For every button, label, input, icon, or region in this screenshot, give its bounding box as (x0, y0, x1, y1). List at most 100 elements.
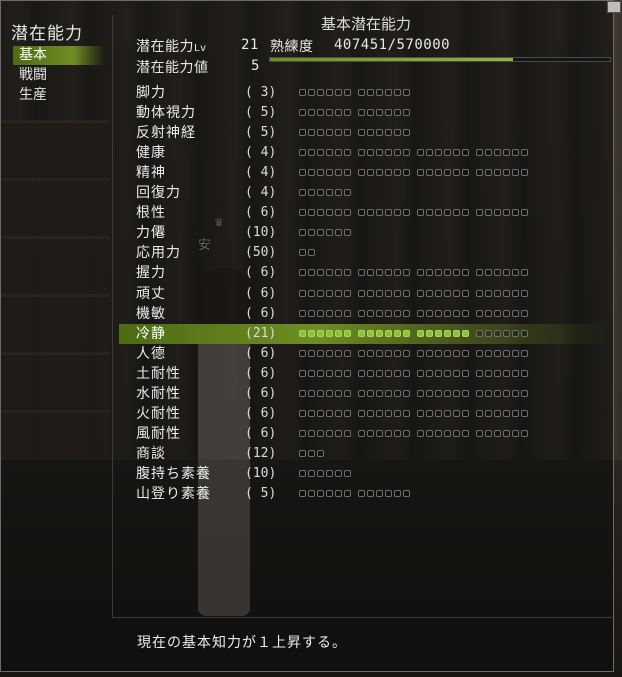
stat-row[interactable]: 頑丈 ( 6) (119, 284, 609, 304)
pip-empty (444, 310, 451, 317)
stat-row[interactable]: 脚力 ( 3) (119, 83, 609, 103)
pip-empty (403, 149, 410, 156)
pip-empty (376, 89, 383, 96)
sidebar-item-combat[interactable]: 戦闘 (13, 66, 105, 85)
stat-pips (299, 410, 530, 419)
pip-empty (403, 430, 410, 437)
potential-level-value: 21 (241, 37, 259, 53)
stat-name: 機敏 (136, 306, 166, 322)
pip-empty (317, 109, 324, 116)
pip-empty (317, 189, 324, 196)
pip-empty (308, 189, 315, 196)
pip-empty (494, 370, 501, 377)
stat-row[interactable]: 人德 ( 6) (119, 344, 609, 364)
stat-row[interactable]: 回復力 ( 4) (119, 183, 609, 203)
stat-row[interactable]: 動体視力 ( 5) (119, 103, 609, 123)
pip-empty (485, 169, 492, 176)
stat-row[interactable]: 握力 ( 6) (119, 263, 609, 283)
pip-empty (444, 209, 451, 216)
stat-row[interactable]: 商談 (12) (119, 444, 609, 464)
sidebar-item-production[interactable]: 生産 (13, 86, 105, 105)
pip-empty (476, 330, 483, 337)
pip-empty (299, 109, 306, 116)
pip-empty (521, 169, 528, 176)
stat-pips (299, 89, 412, 98)
pip-empty (394, 269, 401, 276)
stat-row[interactable]: 山登り素養 ( 5) (119, 484, 609, 504)
stat-name: 腹持ち素養 (136, 466, 211, 482)
stat-level: (10) (245, 466, 277, 481)
stat-row[interactable]: 根性 ( 6) (119, 203, 609, 223)
pip-empty (417, 390, 424, 397)
pip-empty (444, 269, 451, 276)
pip-empty (376, 430, 383, 437)
stat-name: 土耐性 (136, 366, 181, 382)
pip-empty (521, 410, 528, 417)
stat-row[interactable]: 風耐性 ( 6) (119, 424, 609, 444)
pip-filled (444, 330, 451, 337)
stat-name: 水耐性 (136, 386, 181, 402)
pip-empty (335, 189, 342, 196)
stat-row[interactable]: 反射神経 ( 5) (119, 123, 609, 143)
pip-empty (521, 350, 528, 357)
stat-row[interactable]: 土耐性 ( 6) (119, 364, 609, 384)
pip-empty (485, 390, 492, 397)
pip-empty (376, 169, 383, 176)
pip-empty (485, 269, 492, 276)
stat-row[interactable]: 応用力 (50) (119, 243, 609, 263)
pip-empty (385, 430, 392, 437)
pip-empty (308, 109, 315, 116)
pip-filled (344, 330, 351, 337)
pip-empty (376, 129, 383, 136)
pip-empty (376, 410, 383, 417)
pip-empty (376, 149, 383, 156)
proficiency-label: 熟練度 (270, 39, 314, 55)
stat-row[interactable]: 水耐性 ( 6) (119, 384, 609, 404)
pip-empty (344, 470, 351, 477)
pip-empty (308, 169, 315, 176)
pip-empty (521, 430, 528, 437)
pip-empty (344, 129, 351, 136)
pip-empty (462, 370, 469, 377)
pip-empty (299, 169, 306, 176)
pip-empty (476, 350, 483, 357)
pip-empty (494, 350, 501, 357)
pip-empty (358, 410, 365, 417)
stat-level: ( 4) (245, 145, 277, 160)
pip-empty (476, 390, 483, 397)
pip-empty (426, 370, 433, 377)
pip-empty (299, 370, 306, 377)
pip-empty (417, 350, 424, 357)
pip-empty (344, 490, 351, 497)
pip-empty (335, 209, 342, 216)
pip-empty (308, 390, 315, 397)
stat-row[interactable]: 腹持ち素養 (10) (119, 464, 609, 484)
pip-empty (453, 390, 460, 397)
stat-row[interactable]: 冷静 (21) (119, 324, 609, 344)
pip-empty (367, 370, 374, 377)
pip-empty (453, 169, 460, 176)
pip-empty (308, 209, 315, 216)
pip-empty (512, 169, 519, 176)
pip-empty (326, 370, 333, 377)
pip-empty (344, 169, 351, 176)
stat-row[interactable]: 力僊 (10) (119, 223, 609, 243)
pip-empty (394, 430, 401, 437)
stat-row[interactable]: 精神 ( 4) (119, 163, 609, 183)
stat-level: ( 6) (245, 386, 277, 401)
stat-row[interactable]: 機敏 ( 6) (119, 304, 609, 324)
stat-level: ( 6) (245, 265, 277, 280)
sidebar-item-basic[interactable]: 基本 (13, 46, 105, 65)
pip-empty (426, 390, 433, 397)
pip-empty (435, 310, 442, 317)
pip-empty (512, 209, 519, 216)
pip-empty (521, 209, 528, 216)
close-icon[interactable] (607, 1, 621, 13)
pip-empty (317, 89, 324, 96)
pip-empty (326, 350, 333, 357)
stat-row[interactable]: 健康 ( 4) (119, 143, 609, 163)
pip-empty (358, 169, 365, 176)
stat-pips (299, 490, 412, 499)
stat-row[interactable]: 火耐性 ( 6) (119, 404, 609, 424)
pip-empty (521, 390, 528, 397)
